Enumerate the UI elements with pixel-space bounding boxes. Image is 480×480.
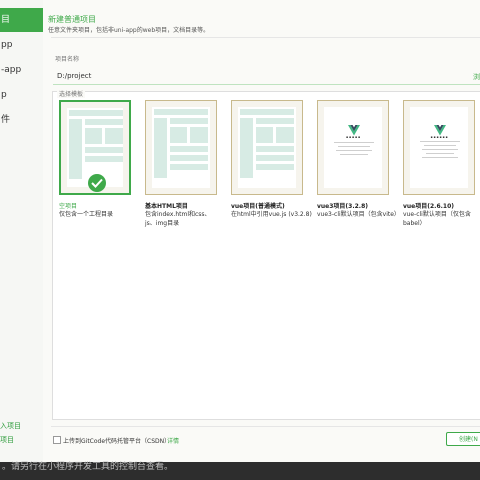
- template-desc: 仅包含一个工程目录: [59, 211, 114, 218]
- template-card-vue-normal[interactable]: [231, 100, 303, 195]
- project-name-label: 项目名称: [55, 56, 80, 63]
- template-thumbnail: ▪ ▪ ▪ ▪ ▪ ▪: [410, 107, 468, 188]
- browse-button[interactable]: 浏: [473, 72, 480, 82]
- project-path-input[interactable]: D:/project 浏: [53, 68, 480, 85]
- sidebar-item-normal-project[interactable]: 目: [0, 8, 44, 32]
- divider: [51, 426, 480, 427]
- template-title: vue项目(普通模式): [231, 203, 285, 210]
- console-panel: 。请另行在小程序开发工具的控制台查看。: [0, 462, 480, 480]
- upload-label: 上传到GitCode代码托管平台（CSDN）: [63, 438, 171, 445]
- dialog-title: 新建普通项目: [48, 15, 96, 24]
- dialog-subtitle: 任意文件夹项目，包括非uni-app的web项目，文档目录等。: [48, 27, 210, 34]
- project-path-value: D:/project: [57, 72, 92, 80]
- template-thumbnail: [238, 107, 296, 188]
- template-title: 空项目: [59, 203, 78, 210]
- sidebar-item-plugin[interactable]: 件: [0, 108, 44, 132]
- template-card-empty[interactable]: [59, 100, 131, 195]
- project-link[interactable]: 项目: [0, 435, 14, 445]
- sidebar-item-uni-app[interactable]: pp: [0, 33, 44, 57]
- template-desc: 包含index.html和css、js、img目录: [145, 211, 211, 227]
- template-desc: vue3-cli默认项目（包含vite）: [317, 211, 400, 218]
- sidebar: 目 pp -app p 件 入项目 项目: [0, 0, 44, 462]
- template-card-vue3[interactable]: ▪ ▪ ▪ ▪ ▪: [317, 100, 389, 195]
- template-title: vue项目(2.6.10): [403, 203, 454, 210]
- template-thumbnail: [152, 107, 210, 188]
- template-desc: vue-cli默认项目（仅包含babel）: [403, 211, 471, 227]
- template-card-html[interactable]: [145, 100, 217, 195]
- check-icon: [88, 174, 106, 192]
- sidebar-item-wap2app[interactable]: p: [0, 83, 44, 107]
- upload-checkbox[interactable]: [53, 436, 61, 444]
- template-card-vue2[interactable]: ▪ ▪ ▪ ▪ ▪ ▪: [403, 100, 475, 195]
- new-project-dialog: 新建普通项目 任意文件夹项目，包括非uni-app的web项目，文档目录等。 项…: [43, 0, 480, 462]
- template-desc: 在html中引用vue.js (v3.2.8): [231, 211, 312, 218]
- template-label: 选择模板: [57, 89, 86, 98]
- details-link[interactable]: 详情: [167, 436, 179, 445]
- template-title: vue3项目(3.2.8): [317, 203, 368, 210]
- console-message: 。请另行在小程序开发工具的控制台查看。: [2, 462, 174, 472]
- template-thumbnail: ▪ ▪ ▪ ▪ ▪: [324, 107, 382, 188]
- template-title: 基本HTML项目: [145, 203, 188, 210]
- import-project-link[interactable]: 入项目: [0, 421, 21, 431]
- create-button[interactable]: 创建(N: [446, 432, 480, 446]
- divider: [51, 37, 480, 38]
- sidebar-item-5plus-app[interactable]: -app: [0, 58, 44, 82]
